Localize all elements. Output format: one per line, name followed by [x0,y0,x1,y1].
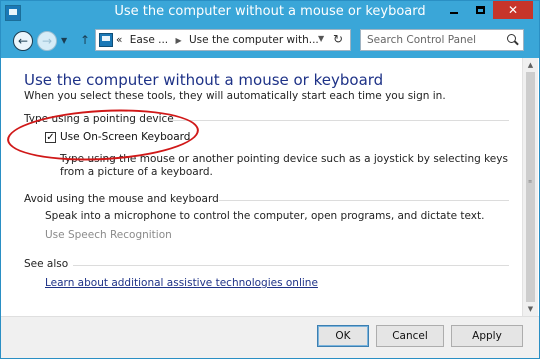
refresh-button[interactable]: ↻ [333,32,343,46]
up-button[interactable]: ↑ [80,33,90,47]
breadcrumb-current[interactable]: Use the computer with... [189,34,319,46]
speech-recognition-link[interactable]: Use Speech Recognition [45,229,172,241]
back-button[interactable]: ← [13,31,33,51]
chevron-down-icon: ▼ [61,36,68,45]
search-input[interactable] [361,30,507,50]
vertical-scrollbar[interactable]: ▲ ≡ ▼ [522,58,538,316]
title-bar[interactable]: Use the computer without a mouse or keyb… [1,1,539,25]
close-button[interactable]: ✕ [493,1,533,19]
scroll-thumb[interactable]: ≡ [526,72,535,302]
forward-button[interactable]: → [37,31,57,51]
control-panel-icon [99,33,113,47]
group-header-avoid-mouse-keyboard: Avoid using the mouse and keyboard [24,193,219,205]
group-divider [73,265,509,266]
scroll-up-button[interactable]: ▲ [523,58,538,72]
chevron-right-icon[interactable]: ▶ [175,36,181,45]
search-box[interactable] [360,29,524,51]
window-controls: ✕ [441,1,533,20]
maximize-icon [475,6,485,14]
cancel-button[interactable]: Cancel [376,325,444,347]
breadcrumb-overflow[interactable]: « [116,34,122,46]
scroll-down-button[interactable]: ▼ [523,302,538,316]
chevron-up-icon: ▲ [527,61,534,69]
maximize-button[interactable] [467,1,493,19]
dialog-footer: OK Cancel Apply [1,316,539,358]
search-icon[interactable] [507,34,516,43]
back-arrow-icon: ← [17,34,29,48]
speech-recognition-description: Speak into a microphone to control the c… [45,210,485,222]
group-divider [219,200,509,201]
forward-arrow-icon: → [41,34,53,48]
control-panel-window: Use the computer without a mouse or keyb… [0,0,540,359]
breadcrumb: « Ease ... ▶ Use the computer with... [116,34,319,46]
main-content: Use the computer without a mouse or keyb… [1,58,522,316]
group-header-see-also: See also [24,258,69,270]
chevron-down-icon: ▼ [527,305,534,313]
refresh-icon: ↻ [333,32,344,46]
ok-button[interactable]: OK [317,325,369,347]
recent-pages-button[interactable]: ▼ [61,36,67,45]
group-divider [169,120,509,121]
assistive-technologies-link[interactable]: Learn about additional assistive technol… [45,277,318,289]
page-title: Use the computer without a mouse or keyb… [24,71,384,89]
breadcrumb-ease[interactable]: Ease ... [130,34,168,46]
page-subtitle: When you select these tools, they will a… [24,90,446,102]
apply-button[interactable]: Apply [451,325,523,347]
minimize-icon [450,12,458,14]
chevron-down-icon: ▼ [318,34,325,43]
address-history-button[interactable]: ▼ [318,34,324,43]
grip-icon: ≡ [528,179,533,185]
address-bar[interactable]: « Ease ... ▶ Use the computer with... ▼ … [95,29,351,51]
navigation-toolbar: ← → ▼ ↑ « Ease ... ▶ Use the computer wi… [1,25,539,58]
close-icon: ✕ [507,3,519,17]
minimize-button[interactable] [441,1,467,19]
up-arrow-icon: ↑ [80,33,91,47]
